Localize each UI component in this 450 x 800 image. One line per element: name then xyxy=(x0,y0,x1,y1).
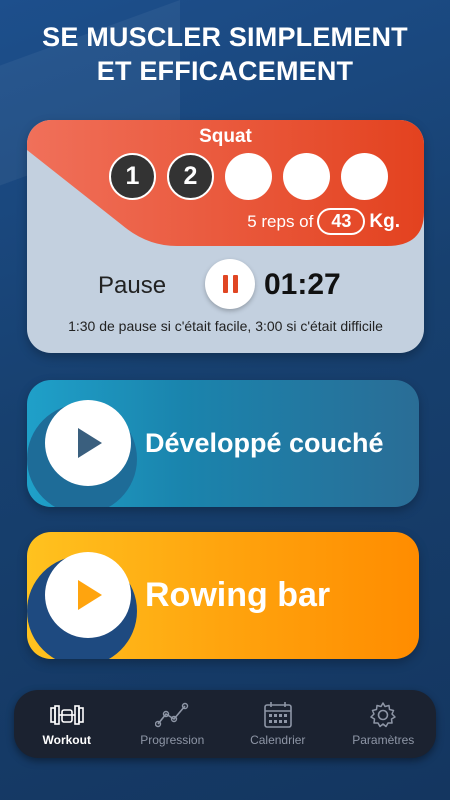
progression-icon xyxy=(155,701,189,729)
play-icon xyxy=(78,428,102,458)
nav-item-workout[interactable]: Workout xyxy=(14,690,120,758)
reps-text: 5 reps of xyxy=(247,211,314,231)
reps-line: 5 reps of 43 Kg. xyxy=(247,208,400,235)
headline-line-1: SE MUSCLER SIMPLEMENT xyxy=(42,22,408,52)
set-3-button[interactable] xyxy=(225,153,272,200)
calendar-icon xyxy=(261,701,295,729)
play-button[interactable] xyxy=(45,552,131,638)
nav-item-progression[interactable]: Progression xyxy=(120,690,226,758)
exercise-card-rowing-bar[interactable]: Rowing bar xyxy=(27,532,419,659)
nav-item-calendrier[interactable]: Calendrier xyxy=(225,690,331,758)
play-icon xyxy=(78,580,102,610)
play-button[interactable] xyxy=(45,400,131,486)
gear-icon xyxy=(366,701,400,729)
set-5-button[interactable] xyxy=(341,153,388,200)
weight-unit: Kg. xyxy=(369,210,400,232)
pause-label: Pause xyxy=(98,272,167,299)
nav-label-progression: Progression xyxy=(140,733,205,747)
nav-item-parametres[interactable]: Paramètres xyxy=(331,690,437,758)
pause-icon xyxy=(222,275,238,293)
exercise-title: Squat xyxy=(199,126,252,147)
nav-label-calendrier: Calendrier xyxy=(250,733,306,747)
set-2-button[interactable]: 2 xyxy=(167,153,214,200)
rest-timer: 01:27 xyxy=(264,268,341,301)
nav-label-workout: Workout xyxy=(42,733,91,747)
headline-line-2: ET EFFICACEMENT xyxy=(96,56,354,86)
set-4-button[interactable] xyxy=(283,153,330,200)
headline: SE MUSCLER SIMPLEMENT ET EFFICACEMENT xyxy=(0,20,450,88)
workout-icon xyxy=(49,701,84,729)
exercise-name: Développé couché xyxy=(145,428,384,458)
pause-button[interactable] xyxy=(205,259,255,309)
exercise-card-developpe-couche[interactable]: Développé couché xyxy=(27,380,419,507)
current-exercise-card: Squat 1 2 5 reps of 43 Kg. Pause 01:27 1… xyxy=(27,120,424,353)
set-1-button[interactable]: 1 xyxy=(109,153,156,200)
exercise-name: Rowing bar xyxy=(145,576,331,614)
weight-button[interactable]: 43 xyxy=(317,208,366,235)
set-tracker: 1 2 xyxy=(109,153,388,200)
pause-hint: 1:30 de pause si c'était facile, 3:00 si… xyxy=(68,318,383,334)
nav-label-parametres: Paramètres xyxy=(352,733,415,747)
bottom-nav: Workout Progression Calendrier Paramètre… xyxy=(14,690,436,758)
